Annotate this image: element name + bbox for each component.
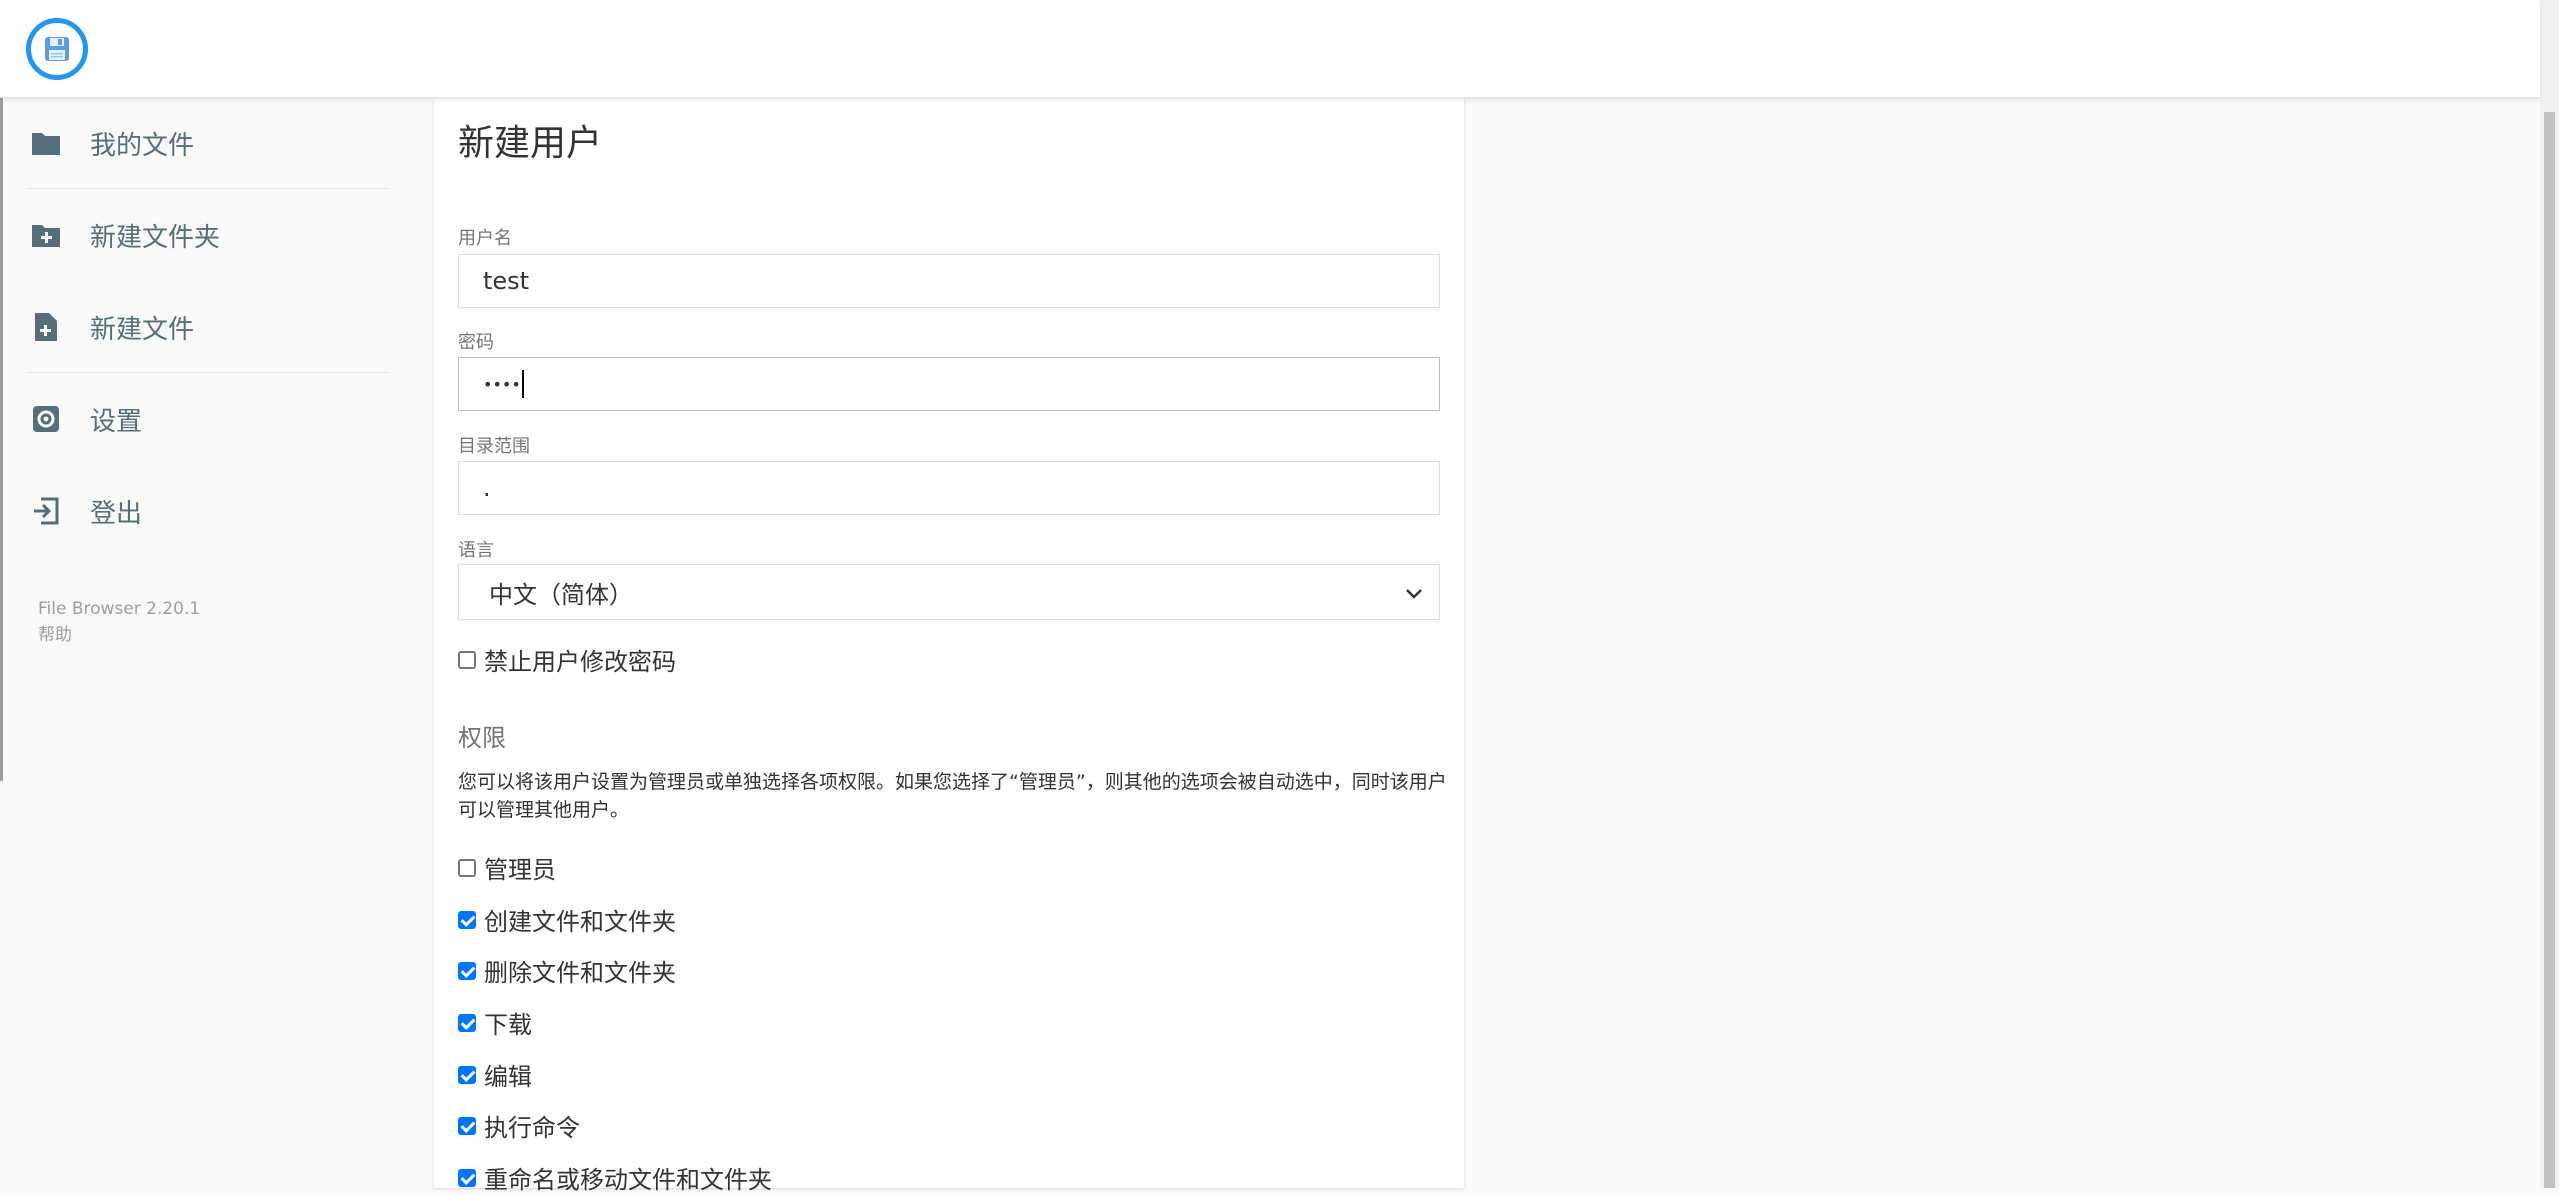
password-input[interactable]: •••• bbox=[458, 357, 1440, 411]
perm-label: 创建文件和文件夹 bbox=[484, 908, 676, 936]
text-caret bbox=[521, 370, 524, 398]
page-title: 新建用户 bbox=[458, 123, 603, 164]
credits: File Browser 2.20.1 帮助 bbox=[38, 596, 200, 648]
language-value: 中文（简体） bbox=[489, 580, 633, 609]
language-select[interactable]: 中文（简体） bbox=[458, 564, 1440, 620]
perm-admin-row[interactable]: 管理员 bbox=[458, 850, 556, 885]
scrollbar-thumb[interactable] bbox=[2544, 112, 2555, 1188]
perm-label: 下载 bbox=[484, 1011, 532, 1039]
sidebar-divider bbox=[28, 372, 388, 373]
perm-label: 管理员 bbox=[484, 856, 556, 884]
logout-icon bbox=[28, 493, 64, 529]
floppy-disk-icon[interactable] bbox=[26, 18, 88, 80]
permissions-title: 权限 bbox=[458, 724, 506, 752]
scope-input[interactable]: . bbox=[458, 461, 1440, 515]
perm-edit-row[interactable]: 编辑 bbox=[458, 1057, 532, 1092]
version-text: File Browser 2.20.1 bbox=[38, 599, 201, 619]
new-user-card: 新建用户 用户名 test 密码 •••• 目录范围 . 语言 中文（简体） 禁… bbox=[434, 98, 1464, 1194]
perm-execute-checkbox[interactable] bbox=[458, 1116, 476, 1135]
password-value: •••• bbox=[483, 374, 521, 394]
perm-delete-checkbox[interactable] bbox=[458, 961, 476, 980]
lock-password-checkbox-row[interactable]: 禁止用户修改密码 bbox=[458, 642, 676, 677]
perm-label: 重命名或移动文件和文件夹 bbox=[484, 1166, 772, 1194]
permissions-description: 您可以将该用户设置为管理员或单独选择各项权限。如果您选择了“管理员”，则其他的选… bbox=[458, 771, 1447, 821]
sidebar-item-label: 登出 bbox=[90, 498, 143, 529]
perm-label: 编辑 bbox=[484, 1063, 532, 1091]
perm-download-row[interactable]: 下载 bbox=[458, 1005, 532, 1040]
top-header bbox=[0, 0, 2540, 98]
sidebar-divider bbox=[28, 188, 388, 189]
perm-rename-row[interactable]: 重命名或移动文件和文件夹 bbox=[458, 1160, 772, 1195]
perm-delete-row[interactable]: 删除文件和文件夹 bbox=[458, 953, 676, 988]
perm-create-checkbox[interactable] bbox=[458, 910, 476, 929]
sidebar: 我的文件 新建文件夹 新建文件 设置 登出 File Browser 2.20.… bbox=[0, 98, 390, 1188]
gear-icon bbox=[28, 401, 64, 437]
sidebar-item-logout[interactable]: 登出 bbox=[28, 483, 388, 539]
sidebar-item-new-file[interactable]: 新建文件 bbox=[28, 299, 388, 355]
sidebar-item-new-folder[interactable]: 新建文件夹 bbox=[28, 207, 388, 263]
username-value: test bbox=[483, 267, 530, 295]
help-link[interactable]: 帮助 bbox=[38, 622, 200, 648]
lock-password-checkbox[interactable] bbox=[458, 650, 476, 669]
sidebar-item-label: 新建文件 bbox=[90, 314, 195, 345]
chevron-down-icon bbox=[1405, 578, 1423, 606]
scope-value: . bbox=[483, 474, 491, 502]
folder-icon bbox=[28, 125, 64, 161]
perm-admin-checkbox[interactable] bbox=[458, 858, 476, 877]
language-label: 语言 bbox=[458, 540, 494, 561]
perm-edit-checkbox[interactable] bbox=[458, 1065, 476, 1084]
password-label: 密码 bbox=[458, 332, 494, 353]
perm-download-checkbox[interactable] bbox=[458, 1013, 476, 1032]
perm-label: 删除文件和文件夹 bbox=[484, 959, 676, 987]
perm-create-row[interactable]: 创建文件和文件夹 bbox=[458, 902, 676, 937]
lock-password-label: 禁止用户修改密码 bbox=[484, 648, 676, 676]
sidebar-item-label: 设置 bbox=[90, 406, 143, 437]
username-label: 用户名 bbox=[458, 228, 512, 249]
sidebar-item-settings[interactable]: 设置 bbox=[28, 391, 388, 447]
perm-execute-row[interactable]: 执行命令 bbox=[458, 1108, 580, 1143]
folder-plus-icon bbox=[28, 217, 64, 253]
file-plus-icon bbox=[28, 309, 64, 345]
username-input[interactable]: test bbox=[458, 254, 1440, 308]
sidebar-item-my-files[interactable]: 我的文件 bbox=[28, 115, 388, 171]
sidebar-item-label: 新建文件夹 bbox=[90, 222, 221, 253]
perm-label: 执行命令 bbox=[484, 1114, 580, 1142]
sidebar-item-label: 我的文件 bbox=[90, 130, 195, 161]
scope-label: 目录范围 bbox=[458, 436, 530, 457]
perm-rename-checkbox[interactable] bbox=[458, 1168, 476, 1187]
